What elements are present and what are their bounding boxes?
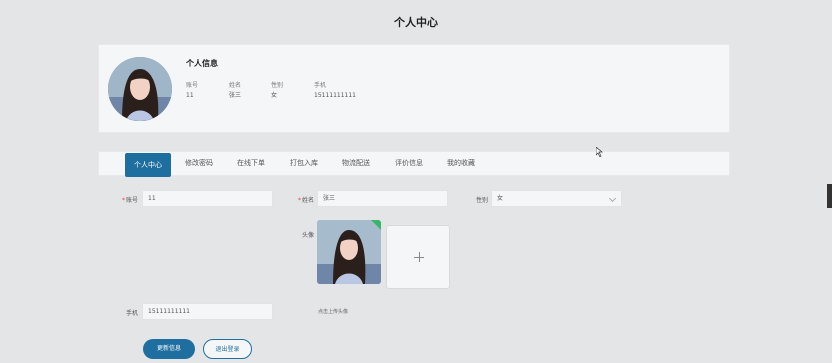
gender-select-value: 女 <box>497 195 504 202</box>
tab-logistics[interactable]: 物流配送 <box>342 152 370 175</box>
chevron-down-icon <box>608 194 617 203</box>
phone-input[interactable]: 15111111111 <box>142 303 273 320</box>
gender-select[interactable]: 女 <box>491 190 622 207</box>
uploaded-check-icon <box>371 220 381 230</box>
name-label: *姓名 <box>297 197 314 204</box>
avatar-label: 头像 <box>301 232 314 239</box>
update-info-button[interactable]: 更新信息 <box>143 339 195 359</box>
info-field-gender: 性别女 <box>271 82 284 99</box>
tab-profile[interactable]: 个人中心 <box>125 153 171 177</box>
account-label: *账号 <box>121 197 138 204</box>
account-input[interactable]: 11 <box>142 190 273 207</box>
info-field-phone: 手机 15111111111 <box>314 82 356 99</box>
tab-reviews[interactable]: 评价信息 <box>395 152 423 175</box>
phone-label: 手机 <box>125 310 138 317</box>
tab-pack-storage[interactable]: 打包入库 <box>290 152 318 175</box>
card-heading: 个人信息 <box>186 59 218 68</box>
profile-info-card: 个人信息 账号 11 姓名 张三 性别女 手机 15111111111 <box>98 44 730 133</box>
gender-label: 性别 <box>475 197 488 204</box>
tab-favorites[interactable]: 我的收藏 <box>447 152 475 175</box>
avatar-thumbnail[interactable] <box>317 220 381 284</box>
scrollbar-thumb[interactable] <box>827 184 832 208</box>
tab-change-password[interactable]: 修改密码 <box>185 152 213 175</box>
logout-button[interactable]: 退出登录 <box>203 339 252 359</box>
mouse-cursor-icon <box>595 142 604 161</box>
tab-online-order[interactable]: 在线下单 <box>237 152 265 175</box>
upload-avatar-button[interactable] <box>386 225 450 289</box>
info-field-account: 账号 11 <box>186 82 199 99</box>
upload-hint: 点击上传头像 <box>318 309 349 315</box>
page-title: 个人中心 <box>394 16 438 29</box>
tab-bar: 个人中心 修改密码 在线下单 打包入库 物流配送 评价信息 我的收藏 <box>98 151 730 177</box>
name-input[interactable]: 张三 <box>317 190 448 207</box>
profile-avatar <box>108 57 172 121</box>
info-field-name: 姓名 张三 <box>229 82 242 99</box>
